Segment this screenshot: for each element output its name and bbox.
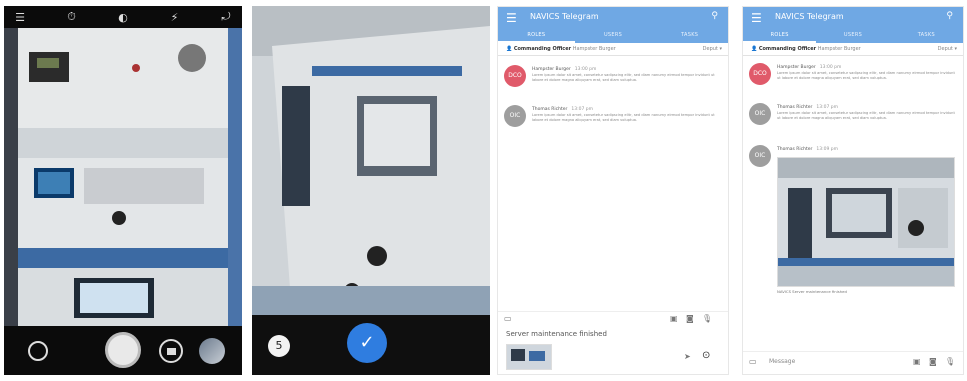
tab-bar: ROLES USERS TASKS (743, 29, 963, 43)
video-mode-button[interactable] (159, 339, 183, 363)
flash-icon[interactable]: ⚡ (167, 11, 183, 24)
switch-camera-icon[interactable] (28, 341, 48, 361)
chat-message: DCO Hampster Burger 13:00 pm Lorem ipsum … (749, 63, 957, 97)
search-icon[interactable]: ⚲ (946, 11, 953, 21)
avatar: DCO (749, 63, 771, 85)
message-text: Lorem ipsum dolor sit amet, consetetur s… (532, 113, 715, 122)
chat-bubble-icon[interactable]: ▭ (749, 357, 757, 366)
confirm-button[interactable]: ✓ (347, 323, 387, 363)
tab-bar: ROLES USERS TASKS (498, 29, 728, 43)
menu-icon[interactable]: ☰ (12, 11, 28, 24)
image-attach-icon[interactable]: ▣ (913, 357, 921, 366)
pinned-name: Hampster Burger (817, 46, 861, 52)
message-input[interactable]: Server maintenance finished (506, 330, 607, 338)
preview-image (252, 6, 490, 315)
chat-screen-composing: ☰ NAVICS Telegram ⚲ ROLES USERS TASKS 👤 … (497, 6, 729, 375)
deput-dropdown[interactable]: Deput ▾ (703, 43, 722, 55)
tab-tasks[interactable]: TASKS (890, 29, 963, 43)
retake-button[interactable]: 5 (268, 335, 290, 357)
preview-controls: 5 ✓ (252, 315, 490, 375)
attached-photo-thumbnail[interactable] (506, 344, 552, 370)
app-bar: ☰ NAVICS Telegram ⚲ ROLES USERS TASKS (498, 7, 728, 43)
deput-dropdown[interactable]: Deput ▾ (938, 43, 957, 55)
camera-viewfinder (4, 28, 242, 326)
microphone-icon[interactable]: 🎙 (945, 357, 955, 366)
tab-tasks[interactable]: TASKS (651, 29, 728, 43)
app-title: NAVICS Telegram (530, 12, 599, 21)
rotate-icon[interactable]: ⤾ (218, 10, 234, 24)
check-icon: ✓ (359, 332, 375, 353)
message-text: Lorem ipsum dolor sit amet, consetetur s… (532, 73, 715, 82)
camera-toolbar: ☰ ⏱ ◐ ⚡ ⤾ (4, 6, 242, 28)
person-icon: 👤 (751, 46, 758, 52)
tab-roles[interactable]: ROLES (498, 29, 575, 43)
tab-roles[interactable]: ROLES (743, 29, 817, 43)
avatar: OIC (749, 103, 771, 125)
camera-icon[interactable]: ◙ (686, 314, 694, 323)
menu-icon[interactable]: ☰ (751, 11, 762, 25)
tab-users[interactable]: USERS (816, 29, 889, 43)
message-composer: ▭ Message ▣ ◙ 🎙 (743, 351, 963, 374)
search-icon[interactable]: ⚲ (711, 11, 718, 21)
pinned-role-bar[interactable]: 👤 Commanding Officer Hampster Burger Dep… (743, 43, 963, 56)
avatar: OIC (749, 145, 771, 167)
chat-message: DCO Hampster Burger 13:00 pm Lorem ipsum … (504, 65, 722, 99)
send-icon[interactable]: ➤ (684, 352, 691, 361)
message-composer: ▭ ▣ ◙ 🎙 Server maintenance finished ➤ ⊙ (498, 311, 728, 374)
message-text: Lorem ipsum dolor sit amet, consetetur s… (777, 71, 955, 80)
microphone-icon[interactable]: 🎙 (702, 314, 712, 323)
camera-screen: ☰ ⏱ ◐ ⚡ ⤾ (4, 6, 242, 375)
chat-screen-sent: ☰ NAVICS Telegram ⚲ ROLES USERS TASKS 👤 … (742, 6, 964, 375)
emoji-icon[interactable]: ⊙ (702, 350, 710, 361)
chat-bubble-icon[interactable]: ▭ (504, 314, 512, 323)
avatar: OIC (504, 105, 526, 127)
camera-icon[interactable]: ◙ (929, 357, 937, 366)
camera-controls (4, 326, 242, 375)
pinned-name: Hampster Burger (572, 46, 616, 52)
tab-users[interactable]: USERS (575, 29, 652, 43)
app-title: NAVICS Telegram (775, 12, 844, 21)
sender-name: Hampster Burger (777, 65, 816, 70)
message-time: 13:07 pm (816, 105, 838, 110)
sent-photo[interactable] (777, 157, 955, 287)
menu-icon[interactable]: ☰ (506, 11, 517, 25)
message-input[interactable]: Message (769, 358, 795, 365)
sender-name: Hampster Burger (532, 67, 571, 72)
shutter-button[interactable] (105, 332, 141, 368)
timer-icon[interactable]: ⏱ (64, 10, 80, 24)
message-time: 13:09 pm (816, 147, 838, 152)
pinned-role-bar[interactable]: 👤 Commanding Officer Hampster Burger Dep… (498, 43, 728, 56)
chat-message-image: OIC Thomas Richter 13:09 pm NAVICS Server… (749, 145, 957, 305)
image-attach-icon[interactable]: ▣ (670, 314, 678, 323)
chat-message: OIC Thomas Richter 13:07 pm Lorem ipsum d… (749, 103, 957, 137)
message-time: 13:00 pm (574, 67, 597, 72)
chat-message: OIC Thomas Richter 13:07 pm Lorem ipsum d… (504, 105, 722, 139)
photo-preview-screen: 5 ✓ (252, 6, 490, 375)
message-time: 13:00 pm (819, 65, 842, 70)
pinned-role: Commanding Officer (513, 46, 572, 52)
pinned-role: Commanding Officer (758, 46, 817, 52)
message-text: Lorem ipsum dolor sit amet, consetetur s… (777, 111, 955, 120)
sender-name: Thomas Richter (777, 105, 813, 110)
photo-caption: NAVICS Server maintenance finished (777, 289, 847, 294)
person-icon: 👤 (506, 46, 513, 52)
sender-name: Thomas Richter (777, 147, 813, 152)
message-time: 13:07 pm (571, 107, 593, 112)
hdr-icon[interactable]: ◐ (115, 11, 131, 24)
avatar: DCO (504, 65, 526, 87)
app-bar: ☰ NAVICS Telegram ⚲ ROLES USERS TASKS (743, 7, 963, 43)
sender-name: Thomas Richter (532, 107, 568, 112)
gallery-thumbnail[interactable] (199, 338, 225, 364)
